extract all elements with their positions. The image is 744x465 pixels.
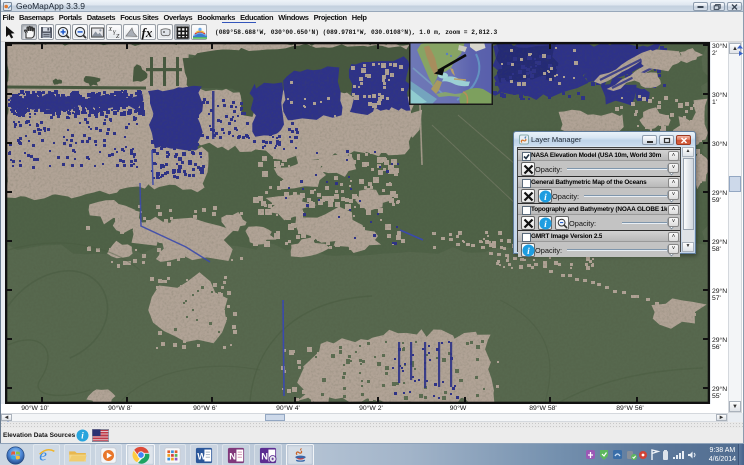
- svg-text:N: N: [229, 451, 236, 461]
- svg-text:fx: fx: [142, 25, 153, 40]
- svg-text:Z: Z: [116, 34, 120, 40]
- svg-text:e: e: [39, 446, 47, 464]
- svg-text:i: i: [544, 219, 547, 229]
- svg-text:W: W: [197, 451, 206, 461]
- svg-text:N: N: [261, 451, 268, 461]
- svg-text:i: i: [544, 192, 547, 202]
- svg-text:i: i: [527, 246, 530, 256]
